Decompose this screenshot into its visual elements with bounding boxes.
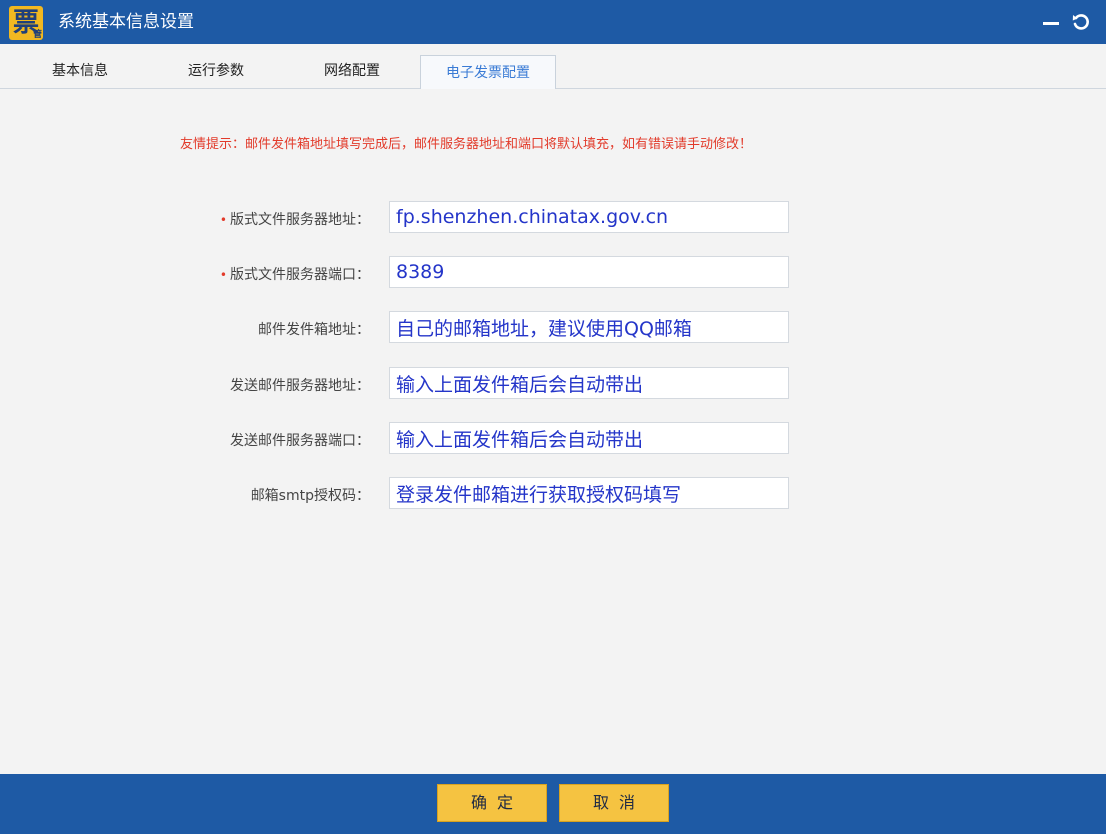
smtp-server-address-input[interactable] <box>389 367 789 399</box>
form-label: 发送邮件服务器地址： <box>227 375 370 395</box>
settings-window: 票 管 系统基本信息设置 基本信息 运行参数 网络配置 电子发票配置 友情提示：… <box>0 0 1106 834</box>
layout-server-port-input[interactable] <box>389 256 789 288</box>
form-label: • 版式文件服务器端口： <box>220 264 370 284</box>
label-text: 邮箱smtp授权码： <box>250 488 370 504</box>
form-row-smtp-server-address: 发送邮件服务器地址： <box>0 367 1106 401</box>
form-label: 发送邮件服务器端口： <box>227 430 370 450</box>
label-text: 版式文件服务器地址： <box>230 212 370 228</box>
window-title: 系统基本信息设置 <box>58 12 194 32</box>
label-text: 发送邮件服务器端口： <box>230 433 370 449</box>
smtp-auth-code-input[interactable] <box>389 477 789 509</box>
bottom-action-bar: 确定 取消 <box>0 774 1106 834</box>
tab-network-config[interactable]: 网络配置 <box>294 56 410 87</box>
minimize-button[interactable] <box>1038 8 1064 36</box>
required-mark: • <box>219 268 227 282</box>
restore-button[interactable] <box>1068 8 1094 36</box>
restore-icon <box>1072 14 1089 30</box>
title-bar: 票 管 系统基本信息设置 <box>0 0 1106 44</box>
form-label: 邮箱smtp授权码： <box>248 485 370 505</box>
minimize-icon <box>1043 22 1059 25</box>
ok-button[interactable]: 确定 <box>437 784 547 822</box>
form-row-smtp-auth-code: 邮箱smtp授权码： <box>0 477 1106 511</box>
label-text: 发送邮件服务器地址： <box>230 378 370 394</box>
app-logo-icon: 票 管 <box>9 6 43 40</box>
smtp-server-port-input[interactable] <box>389 422 789 454</box>
einvoice-config-panel: 友情提示：邮件发件箱地址填写完成后，邮件服务器地址和端口将默认填充，如有错误请手… <box>0 89 1106 774</box>
form-row-smtp-server-port: 发送邮件服务器端口： <box>0 422 1106 456</box>
friendly-tip: 友情提示：邮件发件箱地址填写完成后，邮件服务器地址和端口将默认填充，如有错误请手… <box>180 137 753 152</box>
layout-server-address-input[interactable] <box>389 201 789 233</box>
tab-basic-info[interactable]: 基本信息 <box>22 56 138 87</box>
app-logo-sub: 管 <box>32 30 42 40</box>
form-label: • 版式文件服务器地址： <box>220 209 370 229</box>
form-row-layout-server-port: • 版式文件服务器端口： <box>0 256 1106 290</box>
form-row-sender-mailbox: 邮件发件箱地址： <box>0 311 1106 345</box>
sender-mailbox-input[interactable] <box>389 311 789 343</box>
tab-bar: 基本信息 运行参数 网络配置 电子发票配置 <box>0 44 1106 91</box>
tab-einvoice-config[interactable]: 电子发票配置 <box>420 55 556 91</box>
form-label: 邮件发件箱地址： <box>255 319 370 339</box>
tab-run-params[interactable]: 运行参数 <box>158 56 274 87</box>
required-mark: • <box>219 213 227 227</box>
label-text: 邮件发件箱地址： <box>258 322 370 338</box>
label-text: 版式文件服务器端口： <box>230 267 370 283</box>
form-row-layout-server-address: • 版式文件服务器地址： <box>0 201 1106 235</box>
cancel-button[interactable]: 取消 <box>559 784 669 822</box>
